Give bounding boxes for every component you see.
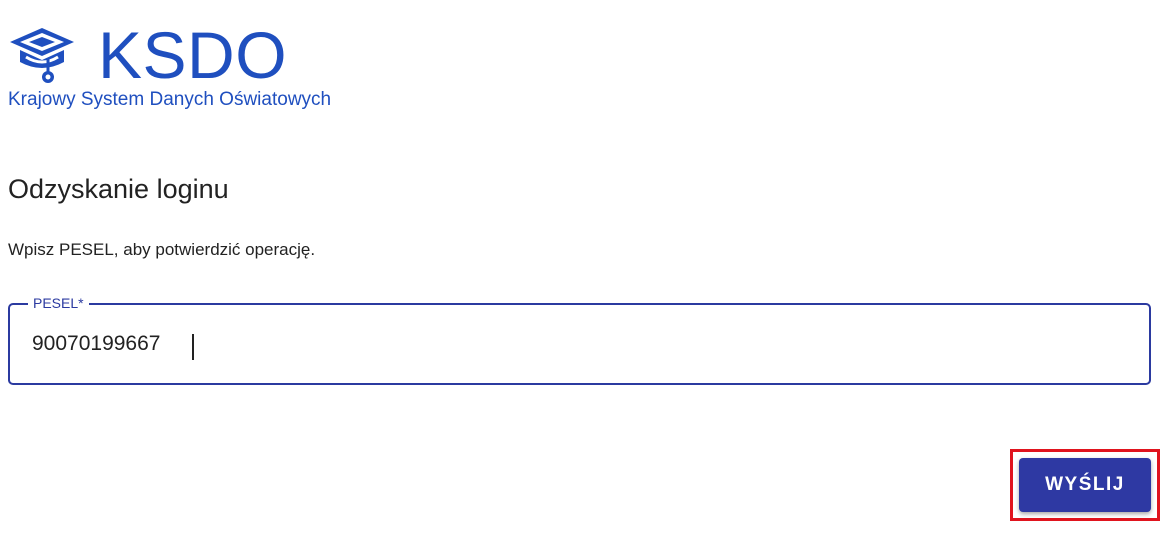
submit-button[interactable]: WYŚLIJ (1019, 458, 1151, 512)
login-recovery-page: KSDO Krajowy System Danych Oświatowych O… (0, 0, 1170, 543)
ksdo-logo[interactable]: KSDO Krajowy System Danych Oświatowych (8, 22, 331, 110)
page-title: Odzyskanie loginu (8, 174, 229, 204)
app-title: KSDO (98, 18, 288, 92)
graduation-cap-icon (10, 28, 74, 83)
instruction-text: Wpisz PESEL, aby potwierdzić operację. (8, 240, 316, 259)
app-subtitle: Krajowy System Danych Oświatowych (8, 89, 332, 110)
text-caret (192, 334, 194, 360)
pesel-field[interactable]: PESEL* (8, 294, 1151, 385)
pesel-label: PESEL* (28, 294, 89, 312)
pesel-input[interactable] (32, 329, 1122, 359)
logo-row: KSDO (8, 22, 287, 88)
